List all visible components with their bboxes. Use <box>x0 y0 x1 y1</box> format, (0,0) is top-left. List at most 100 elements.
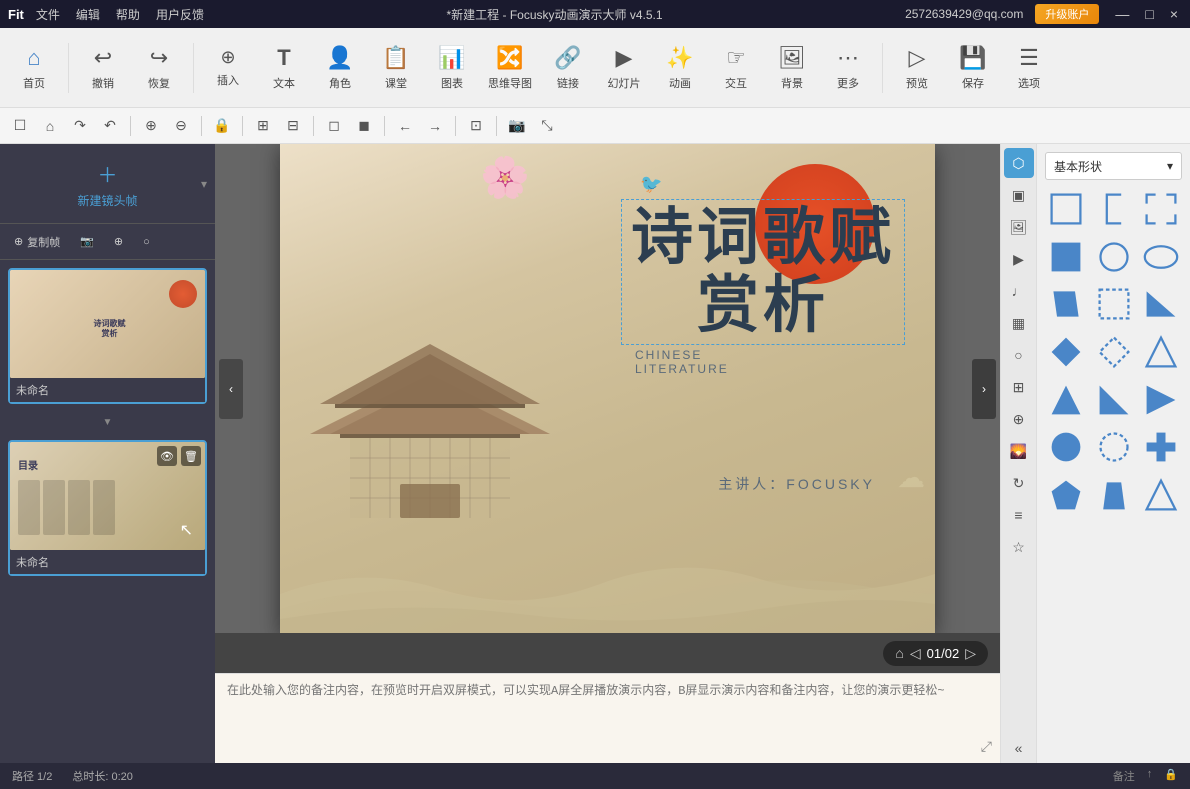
shape-trapezoid[interactable] <box>1093 474 1135 516</box>
shape-pentagon[interactable] <box>1045 474 1087 516</box>
menu-file[interactable]: 文件 <box>36 6 60 23</box>
slide-camera-button[interactable]: 📷 <box>74 231 100 252</box>
notes-expand-button[interactable]: ⤢ <box>981 738 992 755</box>
rp-circle-icon[interactable]: ○ <box>1004 340 1034 370</box>
slide-delete-button[interactable]: 🗑 <box>181 446 201 466</box>
shapes-dropdown[interactable]: 基本形状 ▾ <box>1045 152 1182 180</box>
notes-toggle-button[interactable]: 备注 <box>1113 768 1135 784</box>
tb2-zoom-in[interactable]: ⊕ <box>139 114 163 138</box>
shape-cross[interactable] <box>1140 426 1182 468</box>
status-lock-icon[interactable]: 🔒 <box>1164 768 1178 784</box>
shape-trapezoid-right[interactable] <box>1140 283 1182 325</box>
shape-circle-dashed[interactable] <box>1093 426 1135 468</box>
toolbar-chart[interactable]: 📊 图表 <box>426 34 478 102</box>
toolbar-undo[interactable]: ↩ 撤销 <box>77 34 129 102</box>
tb2-resize[interactable]: ⤡ <box>535 114 559 138</box>
shape-triangle-outline[interactable] <box>1140 331 1182 373</box>
slide-item-1[interactable]: 诗词歌赋赏析 未命名 <box>8 268 207 404</box>
page-home-btn[interactable]: ⌂ <box>895 645 903 661</box>
slide-item-2[interactable]: 目录 👁 🗑 <box>8 440 207 576</box>
page-prev-btn[interactable]: ◁ <box>910 645 921 662</box>
toolbar-preview[interactable]: ▷ 预览 <box>891 34 943 102</box>
tb2-snap[interactable]: ⊟ <box>281 114 305 138</box>
rp-image2-icon[interactable]: 🌄 <box>1004 436 1034 466</box>
canvas-nav-left[interactable]: ‹ <box>219 359 243 419</box>
status-upload-icon[interactable]: ↑ <box>1147 768 1153 784</box>
shape-circle-outline[interactable] <box>1093 236 1135 278</box>
shape-bracket-left[interactable] <box>1093 188 1135 230</box>
toolbar-interact[interactable]: ☞ 交互 <box>710 34 762 102</box>
canvas-nav-right[interactable]: › <box>972 359 996 419</box>
shape-triangle2[interactable] <box>1140 474 1182 516</box>
toolbar-link[interactable]: 🔗 链接 <box>542 34 594 102</box>
tb2-screenshot[interactable]: 📷 <box>505 114 529 138</box>
collapse-left-icon[interactable]: « <box>1004 733 1034 763</box>
toolbar-home[interactable]: ⌂ 首页 <box>8 34 60 102</box>
menu-feedback[interactable]: 用户反馈 <box>156 6 204 23</box>
slide-circle-button[interactable]: ○ <box>137 232 156 252</box>
toolbar-save[interactable]: 💾 保存 <box>947 34 999 102</box>
shape-circle-solid[interactable] <box>1045 426 1087 468</box>
page-next-btn[interactable]: ▷ <box>965 645 976 662</box>
new-frame-button[interactable]: ＋ 新建镜头帧 ▾ <box>0 144 215 224</box>
tb2-home[interactable]: ⌂ <box>38 114 62 138</box>
tb2-bring-front[interactable]: ◻ <box>322 114 346 138</box>
rp-music-icon[interactable]: ♩ <box>1004 276 1034 306</box>
tb2-group[interactable]: ⊡ <box>464 114 488 138</box>
tb2-next[interactable]: → <box>423 114 447 138</box>
rp-layers-icon[interactable]: ≡ <box>1004 500 1034 530</box>
slide-add-button[interactable]: ⊕ <box>108 231 129 252</box>
rp-play-icon[interactable]: ▶ <box>1004 244 1034 274</box>
toolbar-insert[interactable]: ⊕ 插入 <box>202 34 254 102</box>
shape-triangle-solid[interactable] <box>1045 379 1087 421</box>
slide-collapse-icon[interactable]: ▼ <box>8 412 207 432</box>
canvas-slide[interactable]: 🐦 🌸 <box>280 144 935 633</box>
shape-rect-outline[interactable] <box>1045 188 1087 230</box>
maximize-button[interactable]: □ <box>1141 6 1157 22</box>
rp-grid-icon[interactable]: ⊞ <box>1004 372 1034 402</box>
toolbar-lesson[interactable]: 📋 课堂 <box>370 34 422 102</box>
tb2-prev[interactable]: ← <box>393 114 417 138</box>
close-button[interactable]: × <box>1166 6 1182 22</box>
slide-eye-button[interactable]: 👁 <box>157 446 177 466</box>
shape-diamond-outline[interactable] <box>1093 331 1135 373</box>
shape-parallelogram[interactable] <box>1045 283 1087 325</box>
tb2-grid[interactable]: ⊞ <box>251 114 275 138</box>
shape-rect-solid[interactable] <box>1045 236 1087 278</box>
toolbar-slideshow[interactable]: ▶ 幻灯片 <box>598 34 650 102</box>
rp-shapes-icon[interactable]: ⬡ <box>1004 148 1034 178</box>
shape-arrow-right[interactable] <box>1140 379 1182 421</box>
rp-table-icon[interactable]: ▦ <box>1004 308 1034 338</box>
toolbar-mindmap[interactable]: 🔀 思维导图 <box>482 34 538 102</box>
toolbar-redo[interactable]: ↪ 恢复 <box>133 34 185 102</box>
rp-rotate-icon[interactable]: ↻ <box>1004 468 1034 498</box>
toolbar-animation[interactable]: ✨ 动画 <box>654 34 706 102</box>
toolbar-more[interactable]: ⋯ 更多 <box>822 34 874 102</box>
toolbar-text[interactable]: T 文本 <box>258 34 310 102</box>
shape-ellipse-outline[interactable] <box>1140 236 1182 278</box>
tb2-zoom-out[interactable]: ⊖ <box>169 114 193 138</box>
rp-star-icon[interactable]: ☆ <box>1004 532 1034 562</box>
tb2-send-back[interactable]: ◼ <box>352 114 376 138</box>
menu-edit[interactable]: 编辑 <box>76 6 100 23</box>
tb2-redo2[interactable]: ↷ <box>68 114 92 138</box>
rp-copy-icon[interactable]: ⊕ <box>1004 404 1034 434</box>
toolbar-character[interactable]: 👤 角色 <box>314 34 366 102</box>
minimize-button[interactable]: — <box>1111 6 1133 22</box>
new-frame-arrow-icon[interactable]: ▾ <box>201 177 207 191</box>
notes-input[interactable] <box>227 682 988 742</box>
rp-collapse-icon[interactable]: « <box>1004 733 1034 763</box>
shape-right-triangle[interactable] <box>1093 379 1135 421</box>
tb2-lock[interactable]: 🔒 <box>210 114 234 138</box>
tb2-select[interactable]: ☐ <box>8 114 32 138</box>
upgrade-button[interactable]: 升级账户 <box>1035 4 1099 24</box>
shape-dashed-rect[interactable] <box>1093 283 1135 325</box>
shape-diamond-solid[interactable] <box>1045 331 1087 373</box>
rp-image-icon[interactable]: 🖼 <box>1004 212 1034 242</box>
copy-frame-button[interactable]: ⊕ 复制帧 <box>8 230 66 254</box>
rp-frame-icon[interactable]: ▣ <box>1004 180 1034 210</box>
shape-bracket-corners[interactable] <box>1140 188 1182 230</box>
toolbar-background[interactable]: 🖼 背景 <box>766 34 818 102</box>
tb2-undo2[interactable]: ↶ <box>98 114 122 138</box>
toolbar-options[interactable]: ☰ 选项 <box>1003 34 1055 102</box>
